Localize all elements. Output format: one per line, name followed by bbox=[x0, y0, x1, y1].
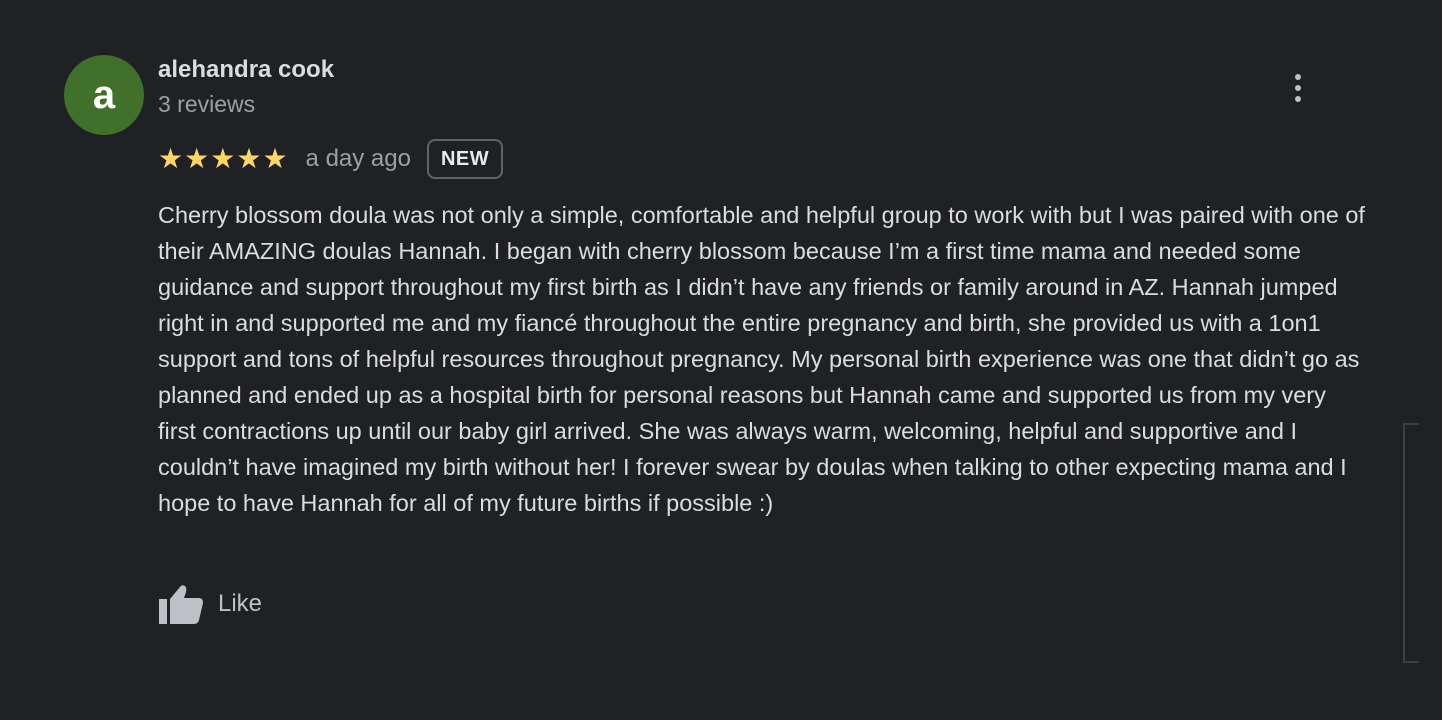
star-icon: ★ bbox=[236, 143, 262, 174]
more-options-button[interactable] bbox=[1276, 66, 1320, 110]
like-button[interactable]: Like bbox=[158, 578, 262, 630]
like-label: Like bbox=[218, 590, 263, 617]
author-name[interactable]: alehandra cook bbox=[158, 56, 334, 84]
star-rating: ★ ★ ★ ★ ★ bbox=[158, 145, 288, 173]
review-meta: ★ ★ ★ ★ ★ a day ago NEW bbox=[158, 137, 504, 181]
more-vert-icon-dot bbox=[1295, 85, 1301, 91]
new-badge: NEW bbox=[426, 139, 504, 179]
review-count: 3 reviews bbox=[158, 91, 256, 117]
thumbs-up-icon bbox=[159, 585, 203, 624]
star-icon: ★ bbox=[210, 143, 236, 174]
more-vert-icon bbox=[1295, 74, 1301, 80]
avatar[interactable]: a bbox=[64, 55, 144, 135]
review-text: Cherry blossom doula was not only a simp… bbox=[158, 202, 1365, 516]
scrollbar-track[interactable] bbox=[1403, 423, 1419, 663]
star-icon: ★ bbox=[262, 143, 288, 174]
avatar-letter: a bbox=[92, 72, 116, 117]
review-time: a day ago bbox=[305, 145, 411, 172]
star-icon: ★ bbox=[184, 143, 210, 174]
star-icon: ★ bbox=[158, 143, 184, 174]
more-vert-icon-dot bbox=[1295, 96, 1301, 102]
